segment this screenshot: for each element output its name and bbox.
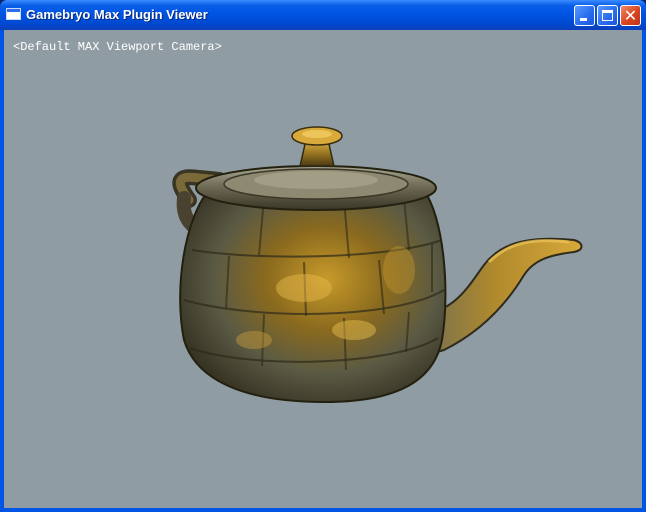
teapot-lid bbox=[195, 165, 437, 211]
close-button[interactable]: ✕ bbox=[620, 5, 641, 26]
title-bar[interactable]: Gamebryo Max Plugin Viewer ✕ bbox=[0, 0, 646, 30]
minimize-icon bbox=[580, 18, 587, 21]
app-window-icon[interactable] bbox=[6, 8, 21, 20]
window-title: Gamebryo Max Plugin Viewer bbox=[26, 7, 208, 22]
maximize-button[interactable] bbox=[597, 5, 618, 26]
teapot-model[interactable] bbox=[4, 30, 642, 508]
app-window: Gamebryo Max Plugin Viewer ✕ <Default MA… bbox=[0, 0, 646, 512]
render-viewport[interactable]: <Default MAX Viewport Camera> bbox=[4, 30, 642, 508]
maximize-icon bbox=[602, 10, 613, 21]
close-icon: ✕ bbox=[623, 6, 638, 25]
teapot-knob bbox=[291, 126, 343, 167]
teapot-body bbox=[179, 177, 447, 404]
minimize-button[interactable] bbox=[574, 5, 595, 26]
